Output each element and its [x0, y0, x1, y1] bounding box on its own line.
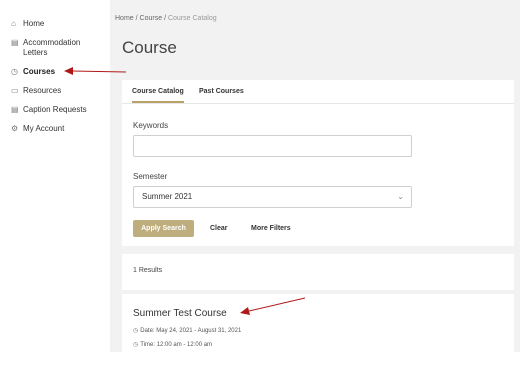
sidebar-item-accommodation-letters[interactable]: ▤ Accommodation Letters	[11, 38, 101, 58]
clock-icon: ◷	[11, 67, 18, 76]
semester-selected-value: Summer 2021	[142, 192, 193, 201]
semester-label: Semester	[133, 172, 168, 181]
breadcrumb-home[interactable]: Home	[115, 15, 134, 22]
more-filters-button[interactable]: More Filters	[251, 220, 291, 237]
clear-button[interactable]: Clear	[210, 220, 228, 237]
sidebar: ⌂ Home ▤ Accommodation Letters ◷ Courses…	[0, 0, 110, 352]
tab-past-courses[interactable]: Past Courses	[199, 88, 244, 95]
sidebar-item-label: Courses	[23, 67, 56, 76]
sidebar-item-label: Resources	[23, 86, 62, 95]
sidebar-item-home[interactable]: ⌂ Home	[11, 19, 44, 29]
course-card: Summer Test Course ◷ Date: May 24, 2021 -…	[122, 294, 514, 352]
sidebar-item-label: Accommodation Letters	[23, 38, 81, 57]
sidebar-item-courses[interactable]: ◷ Courses	[11, 67, 55, 77]
semester-select[interactable]: Summer 2021 ⌄	[133, 186, 412, 208]
gear-icon: ⚙	[11, 124, 19, 133]
clock-icon: ◷	[133, 342, 139, 348]
course-title-link[interactable]: Summer Test Course	[133, 308, 227, 319]
sidebar-item-label: Home	[23, 19, 45, 28]
sidebar-item-resources[interactable]: ▭ Resources	[11, 86, 61, 96]
breadcrumb-separator: /	[135, 15, 138, 22]
breadcrumb-course[interactable]: Course	[140, 15, 163, 22]
sidebar-item-my-account[interactable]: ⚙ My Account	[11, 124, 64, 134]
tab-course-catalog[interactable]: Course Catalog	[132, 88, 184, 103]
breadcrumb-separator: /	[164, 15, 167, 22]
caption-icon: ▤	[11, 105, 19, 114]
breadcrumb-current: Course Catalog	[167, 15, 217, 22]
letter-icon: ▤	[11, 38, 19, 47]
sidebar-item-caption-requests[interactable]: ▤ Caption Requests	[11, 105, 87, 115]
home-icon: ⌂	[11, 19, 16, 28]
results-bar: 1 Results	[122, 254, 514, 290]
results-count: 1 Results	[133, 267, 163, 274]
folder-icon: ▭	[11, 86, 19, 95]
tab-bar: Course Catalog Past Courses	[122, 80, 514, 104]
apply-search-button[interactable]: Apply Search	[133, 220, 194, 237]
course-date: ◷ Date: May 24, 2021 - August 31, 2021	[133, 327, 241, 334]
search-form: Keywords Semester Summer 2021 ⌄ Apply Se…	[122, 104, 514, 246]
main-content: Home / Course / Course Catalog Course Co…	[110, 0, 520, 352]
breadcrumb: Home / Course / Course Catalog	[115, 15, 217, 22]
keywords-label: Keywords	[133, 121, 169, 130]
chevron-down-icon: ⌄	[397, 192, 404, 201]
sidebar-item-label: Caption Requests	[23, 105, 87, 114]
sidebar-item-label: My Account	[23, 124, 65, 133]
page-title: Course	[122, 38, 177, 57]
clock-icon: ◷	[133, 328, 139, 334]
course-time: ◷ Time: 12:00 am - 12:00 am	[133, 341, 212, 348]
course-date-text: Date: May 24, 2021 - August 31, 2021	[140, 328, 242, 334]
course-time-text: Time: 12:00 am - 12:00 am	[140, 342, 213, 348]
keywords-input[interactable]	[133, 135, 412, 157]
